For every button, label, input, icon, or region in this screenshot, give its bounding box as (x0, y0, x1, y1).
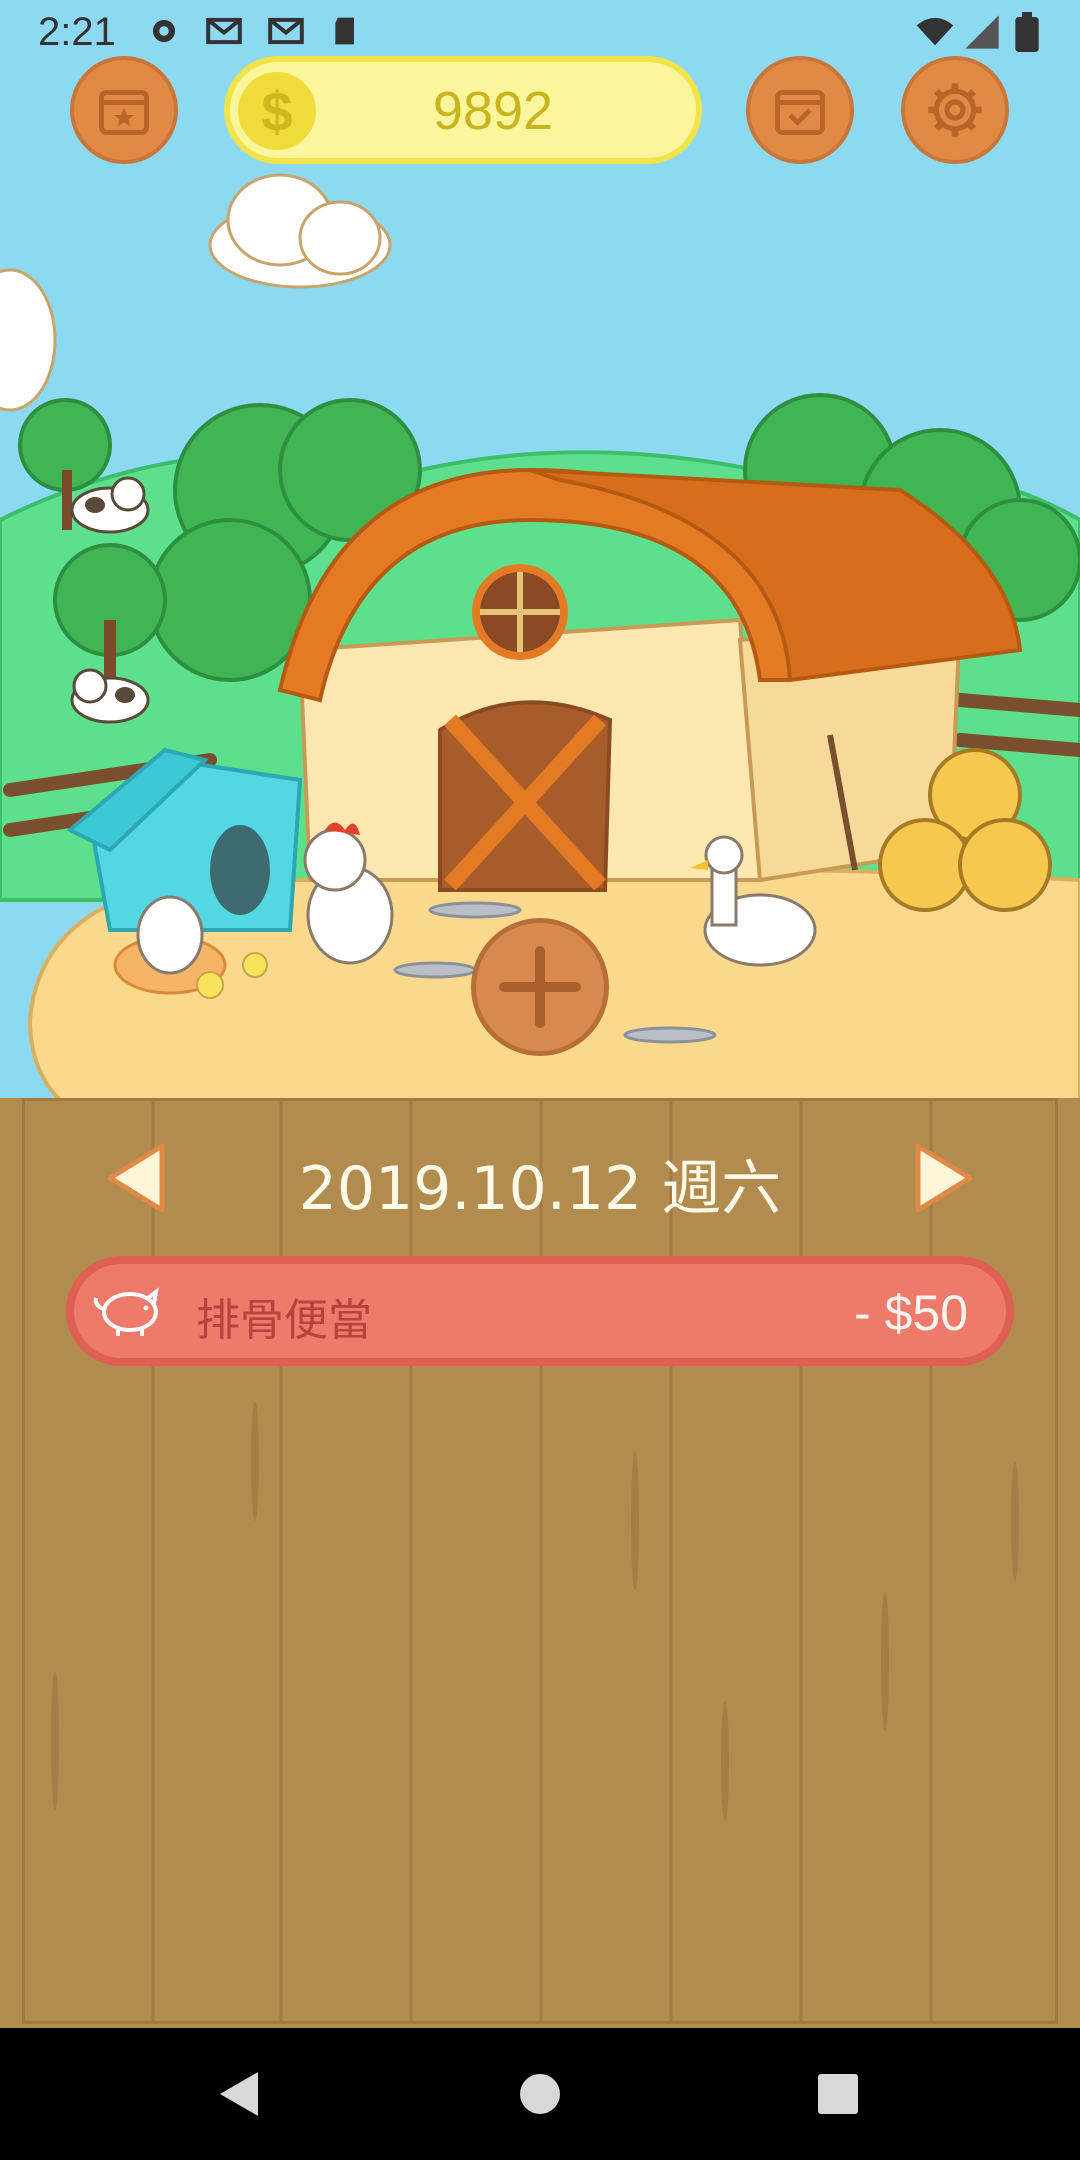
wood-board (22, 1098, 1058, 2024)
wood-panel (0, 1098, 1080, 2028)
coin-balance: 9892 (432, 81, 554, 141)
next-day-button[interactable] (908, 1140, 978, 1216)
gear-icon (928, 83, 982, 137)
sd-card-icon (335, 17, 354, 45)
expense-amount: - $50 (854, 1285, 968, 1341)
gmail-icon (268, 17, 304, 45)
system-nav-bar (0, 2028, 1080, 2160)
back-icon[interactable] (214, 2068, 264, 2120)
triangle-right-icon (915, 1143, 973, 1213)
expense-name: 排骨便當 (196, 1295, 372, 1346)
signal-icon (965, 15, 999, 49)
plus-icon (499, 946, 581, 1028)
wifi-icon (916, 17, 954, 46)
gmail-icon (206, 17, 242, 45)
recents-icon[interactable] (816, 2068, 860, 2120)
calendar-star-icon (99, 90, 149, 135)
check-in-button[interactable] (746, 56, 854, 164)
add-entry-button[interactable] (471, 918, 609, 1056)
settings-icon (152, 19, 176, 43)
expense-entry[interactable]: 排骨便當 - $50 (66, 1256, 1014, 1366)
battery-icon (1015, 12, 1039, 52)
piggy-bank-icon (93, 1287, 159, 1336)
calendar-star-button[interactable] (70, 56, 178, 164)
calendar-check-icon (775, 90, 825, 135)
top-bar: $ 9892 (0, 50, 1080, 180)
wood-grain (51, 1101, 1019, 2021)
settings-button[interactable] (901, 56, 1009, 164)
date-navigator: 2019.10.12 週六 (0, 1140, 1080, 1224)
coin-balance-pill: $ 9892 (224, 56, 702, 164)
status-time: 2:21 (38, 10, 116, 54)
home-icon[interactable] (518, 2068, 562, 2120)
